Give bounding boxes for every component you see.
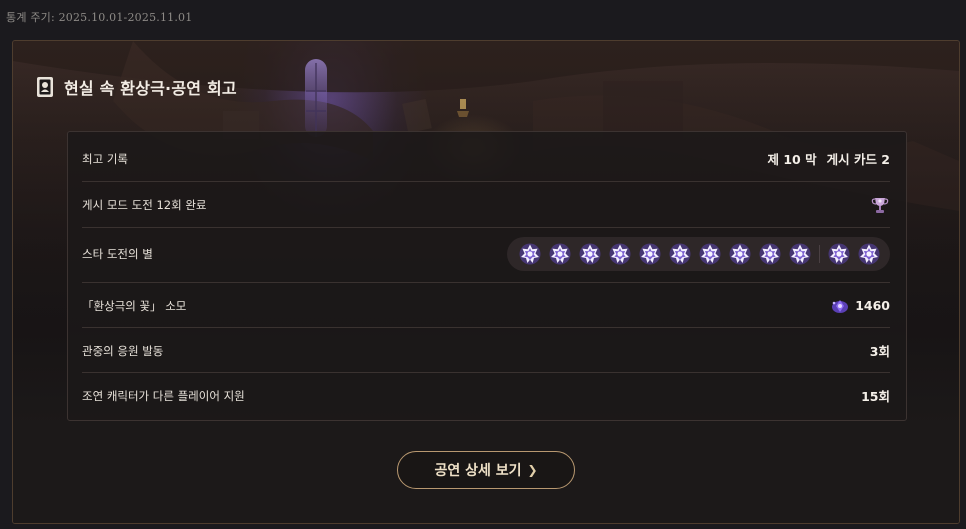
stat-row-audience-support: 관중의 응원 발동 3회 — [82, 328, 890, 373]
panel-corner — [13, 513, 23, 523]
panel-corner — [13, 41, 23, 51]
stats-table: 최고 기록 제 10 막 게시 카드 2 게시 모드 도전 12회 완료 스타 … — [67, 131, 907, 421]
star-divider — [819, 245, 820, 263]
star-badge-icon — [639, 243, 661, 265]
stat-label: 스타 도전의 별 — [82, 247, 153, 261]
star-badge-icon — [549, 243, 571, 265]
audience-support-value: 3회 — [869, 344, 890, 359]
panel-corner — [949, 41, 959, 51]
section-header: 현실 속 환상극·공연 회고 — [35, 75, 237, 99]
performance-detail-label: 공연 상세 보기 — [434, 463, 522, 479]
best-record-card: 게시 카드 2 — [826, 152, 890, 167]
stat-period: 통계 주기: 2025.10.01-2025.11.01 — [6, 11, 193, 24]
theater-review-panel: 현실 속 환상극·공연 회고 최고 기록 제 10 막 게시 카드 2 게시 모… — [12, 40, 960, 524]
stat-label: 조연 캐릭터가 다른 플레이어 지원 — [82, 388, 245, 403]
support-characters-value: 15회 — [861, 389, 890, 404]
star-badge-icon — [858, 243, 880, 265]
best-record-act: 제 10 막 — [767, 152, 817, 167]
star-badge-icon — [579, 243, 601, 265]
star-badge-icon — [729, 243, 751, 265]
star-badge-icon — [699, 243, 721, 265]
stat-row-flower-spent: 「환상극의 꽃」 소모 1460 — [82, 283, 890, 328]
stat-label: 「환상극의 꽃」 소모 — [82, 298, 187, 313]
stat-value: 제 10 막 게시 카드 2 — [767, 149, 890, 168]
stat-row-best-record: 최고 기록 제 10 막 게시 카드 2 — [82, 136, 890, 181]
star-badge-icon — [828, 243, 850, 265]
star-badge-icon — [519, 243, 541, 265]
star-badge-icon — [609, 243, 631, 265]
panel-corner — [949, 513, 959, 523]
star-badge-icon — [759, 243, 781, 265]
stat-value: 1460 — [831, 298, 890, 314]
star-badge-icon — [789, 243, 811, 265]
section-title: 현실 속 환상극·공연 회고 — [64, 79, 237, 98]
star-badge-list — [507, 237, 890, 271]
star-badge-icon — [669, 243, 691, 265]
flower-gem-icon — [832, 299, 849, 313]
stat-row-hidden-mode: 게시 모드 도전 12회 완료 — [82, 182, 890, 227]
performance-detail-button[interactable]: 공연 상세 보기 ❯ — [397, 451, 575, 489]
stat-label: 관중의 응원 발동 — [82, 343, 164, 358]
trophy-icon — [871, 197, 889, 213]
stat-row-support-characters: 조연 캐릭터가 다른 플레이어 지원 15회 — [82, 373, 890, 418]
theater-card-icon — [37, 77, 53, 97]
stat-label: 최고 기록 — [82, 151, 128, 166]
stat-row-star-challenge: 스타 도전의 별 — [82, 228, 890, 280]
chevron-right-icon: ❯ — [527, 463, 538, 477]
flower-spent-value: 1460 — [855, 298, 890, 313]
stat-label: 게시 모드 도전 12회 완료 — [82, 197, 207, 212]
